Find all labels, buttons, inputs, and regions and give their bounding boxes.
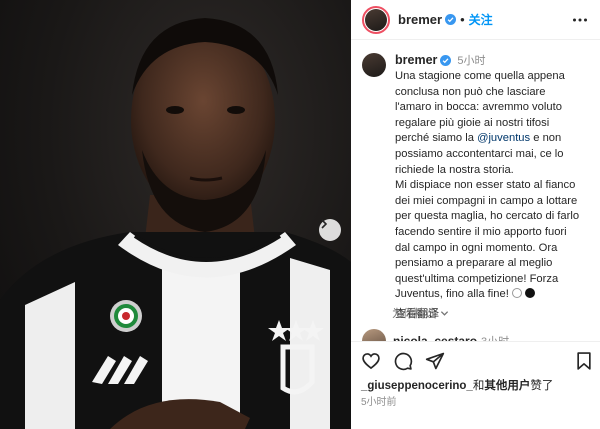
caption-line: per questa maglia, ho cercato di farlo xyxy=(395,210,580,223)
caption-fragment: Juventus, fino alla fine! xyxy=(395,288,509,301)
chevron-down-icon xyxy=(440,310,449,316)
heart-icon[interactable] xyxy=(361,351,381,371)
next-photo-button[interactable] xyxy=(319,219,341,241)
caption-line: facendo sentire il mio apporto fuori xyxy=(395,225,567,238)
other-likers-link[interactable]: 其他用户 xyxy=(484,380,530,392)
likes-summary: _giuseppenocerino_和其他用户赞了 xyxy=(361,377,553,393)
caption-avatar[interactable] xyxy=(362,53,386,77)
author-avatar[interactable] xyxy=(362,5,390,34)
player-photo-illustration xyxy=(0,18,351,429)
comment-row: nicola_cestaro 3小时 xyxy=(362,329,509,341)
caption-line: perché siamo la @juventus e non xyxy=(395,131,590,147)
caption-fragment: perché siamo la xyxy=(395,132,478,145)
caption-line: richiede la nostra storia. xyxy=(395,163,514,176)
comment-time[interactable]: 3小时 xyxy=(481,333,509,341)
post-timestamp[interactable]: 5小时前 xyxy=(361,393,397,408)
post-header: bremer • 关注 xyxy=(351,0,600,40)
caption-text: Una stagione come quella appena conclusa… xyxy=(395,69,590,303)
caption-fragment: e non xyxy=(530,132,562,145)
more-options-icon[interactable] xyxy=(572,12,588,28)
picks-filter[interactable]: 为你精选 xyxy=(392,305,449,321)
commenter-username[interactable]: nicola_cestaro xyxy=(393,334,477,341)
caption-line: quest'ultima competizione! Forza xyxy=(395,272,559,285)
black-circle-emoji-icon xyxy=(524,288,535,299)
caption-line: conclusa non può che lasciare xyxy=(395,85,546,98)
verified-badge-icon xyxy=(440,54,452,66)
follow-button[interactable]: 关注 xyxy=(469,11,493,28)
white-circle-emoji-icon xyxy=(511,288,522,299)
caption-line: Mi dispiace non esser stato al fianco xyxy=(395,179,576,192)
action-bar xyxy=(351,341,600,377)
caption-time[interactable]: 5小时 xyxy=(457,52,485,68)
caption-line: dei miei compagni in campo a lottare xyxy=(395,194,578,207)
caption-line: l'amaro in bocca: avremmo voluto xyxy=(395,101,562,114)
likes-suffix: 赞了 xyxy=(530,380,554,392)
caption-line: regalare più gioie ai nostri tifosi xyxy=(395,116,550,129)
mention-link[interactable]: @juventus xyxy=(477,132,530,144)
likes-connector: 和 xyxy=(472,380,485,392)
comments-area[interactable]: bremer 5小时 Una stagione come quella appe… xyxy=(351,41,600,341)
comment-icon[interactable] xyxy=(393,351,413,371)
picks-label: 为你精选 xyxy=(392,308,436,320)
separator-dot: • xyxy=(460,12,465,27)
caption-line: dal campo in ogni momento. Ora xyxy=(395,241,558,254)
caption-line: Juventus, fino alla fine! xyxy=(395,287,590,303)
commenter-avatar[interactable] xyxy=(362,329,386,341)
post-side-panel: bremer • 关注 bremer 5小时 Una stagione come… xyxy=(351,0,600,429)
verified-badge-icon xyxy=(445,14,457,25)
caption-username[interactable]: bremer xyxy=(395,53,437,67)
bookmark-icon[interactable] xyxy=(574,351,594,371)
caption-line: pensiamo a preparare al meglio xyxy=(395,257,553,270)
caption-line: Una stagione come quella appena xyxy=(395,70,565,82)
paper-plane-icon[interactable] xyxy=(425,351,445,371)
author-username[interactable]: bremer xyxy=(398,12,442,27)
liker-username[interactable]: _giuseppenocerino_ xyxy=(361,380,473,392)
chevron-right-icon xyxy=(321,219,328,229)
post-photo[interactable] xyxy=(0,0,351,429)
caption-line: possiamo accontentarci mai, ce lo xyxy=(395,147,564,160)
